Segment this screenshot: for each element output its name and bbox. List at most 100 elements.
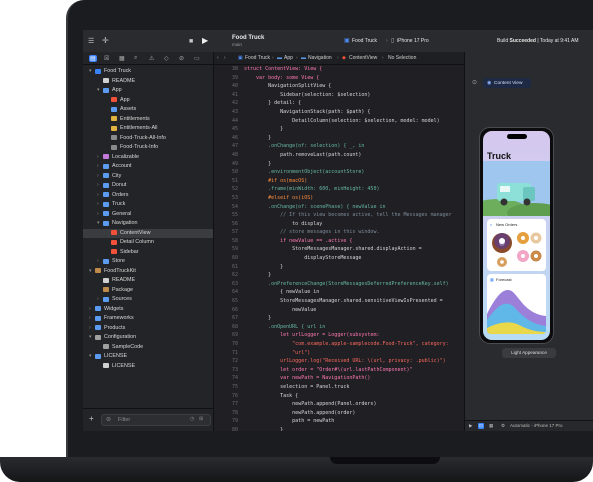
donut-grid	[492, 232, 542, 267]
disclosure-icon[interactable]: ▾	[89, 68, 92, 74]
iphone-preview[interactable]: Truck ◐ New Orders ▦ Forecast	[479, 127, 554, 344]
disclosure-icon[interactable]: ›	[89, 306, 91, 312]
disclosure-icon[interactable]: ›	[97, 192, 99, 198]
symbol-nav-icon[interactable]: ▦	[119, 55, 125, 62]
tree-item[interactable]: › Store	[83, 257, 213, 267]
tree-item[interactable]: Assets	[83, 105, 213, 115]
light-appearance-button[interactable]: Light Appearance	[502, 348, 556, 358]
source-editor[interactable]: 38 39 40 41 42 43 44 45 46 47 48 49 50 51 52 53 54 55 56 57…	[214, 65, 464, 431]
tree-item[interactable]: › Orders	[83, 191, 213, 201]
laptop-hinge-notch	[330, 457, 440, 464]
project-title: Food Truck	[232, 35, 265, 41]
tree-item[interactable]: App	[83, 96, 213, 106]
folder-icon	[103, 201, 109, 207]
tree-item[interactable]: ContentView	[83, 228, 213, 238]
tree-item[interactable]: › Donut	[83, 181, 213, 191]
tree-item[interactable]: ▾ LICENSE	[83, 352, 213, 362]
disclosure-icon[interactable]: ›	[89, 315, 91, 321]
forecast-card[interactable]: ▦ Forecast	[487, 274, 546, 334]
breadcrumb-0[interactable]: Food Truck	[245, 55, 270, 61]
device-selector[interactable]: iPhone 17 Pro	[397, 38, 429, 44]
selectable-mode-icon[interactable]: ⊡	[478, 423, 484, 429]
tree-item[interactable]: SampleCode	[83, 343, 213, 353]
source-control-nav-icon[interactable]: ☒	[104, 55, 109, 62]
disclosure-icon[interactable]: ▾	[89, 334, 92, 340]
variants-icon[interactable]: ▦	[489, 423, 493, 429]
forward-icon[interactable]: ›	[224, 55, 226, 61]
tree-item[interactable]: ▾ Food Truck	[83, 67, 213, 77]
tree-item[interactable]: › Truck	[83, 200, 213, 210]
find-nav-icon[interactable]: ⌕	[134, 55, 137, 62]
test-nav-icon[interactable]: ◇	[164, 55, 169, 62]
breakpoint-nav-icon[interactable]: ▭	[194, 55, 200, 62]
tree-item[interactable]: › Products	[83, 324, 213, 334]
disclosure-icon[interactable]: ›	[97, 182, 99, 188]
tree-item[interactable]: › Frameworks	[83, 314, 213, 324]
stop-icon[interactable]: ■	[189, 38, 193, 45]
disclosure-icon[interactable]: ›	[97, 163, 99, 169]
code-text[interactable]: struct ContentView: View { var body: som…	[244, 65, 464, 431]
truck-illustration	[483, 161, 550, 216]
disclosure-icon[interactable]: ›	[97, 201, 99, 207]
strings-icon	[103, 154, 109, 159]
preview-device-label[interactable]: Automatic - iPhone 17 Pro	[510, 423, 563, 428]
tree-item-label: Package	[112, 286, 133, 293]
tree-item[interactable]: › Localizable	[83, 153, 213, 163]
separator-chevron: ›	[386, 38, 388, 44]
live-mode-icon[interactable]: ▶	[469, 423, 472, 429]
tree-item[interactable]: › Sources	[83, 295, 213, 305]
disclosure-icon[interactable]: ▾	[97, 220, 100, 226]
add-file-icon[interactable]: +	[89, 415, 94, 423]
disclosure-icon[interactable]: ▾	[89, 353, 92, 359]
tree-item[interactable]: Package	[83, 286, 213, 296]
disclosure-icon[interactable]: ›	[97, 296, 99, 302]
scheme-selector[interactable]: Food Truck	[352, 38, 377, 44]
preview-tab[interactable]: ◉ Content View	[483, 78, 531, 88]
sidebar-toggle-icon[interactable]: ☰	[88, 38, 94, 45]
tree-item[interactable]: ▾ FoodTruckKit	[83, 267, 213, 277]
disclosure-icon[interactable]: ▾	[97, 87, 100, 93]
disclosure-icon[interactable]: ›	[97, 154, 99, 160]
tree-item[interactable]: › Widgets	[83, 305, 213, 315]
tree-item[interactable]: Food-Truck-Info	[83, 143, 213, 153]
tree-item[interactable]: LICENSE	[83, 362, 213, 372]
code-line: "com.example.apple-samplecode.Food-Truck…	[244, 341, 449, 347]
tree-item[interactable]: Entitlements-All	[83, 124, 213, 134]
debug-nav-icon[interactable]: ⊘	[179, 55, 184, 62]
breadcrumb-4[interactable]: No Selection	[388, 55, 416, 61]
breadcrumb-1[interactable]: App	[284, 55, 293, 61]
tree-item-label: LICENSE	[112, 362, 136, 369]
tree-item[interactable]: README	[83, 77, 213, 87]
tree-item[interactable]: Food-Truck-All-Info	[83, 134, 213, 144]
tree-item[interactable]: › City	[83, 172, 213, 182]
tree-item[interactable]: Sidebar	[83, 248, 213, 258]
disclosure-icon[interactable]: ›	[89, 325, 91, 331]
forecast-card-icon: ▦	[490, 277, 494, 282]
pin-icon[interactable]: ⊙	[472, 80, 477, 86]
device-settings-icon[interactable]: ⚙	[501, 423, 505, 429]
tree-item-label: Orders	[112, 191, 129, 198]
recent-files-icon[interactable]: ◷	[190, 417, 194, 422]
disclosure-icon[interactable]: ›	[97, 258, 99, 264]
tree-item[interactable]: ▾ App	[83, 86, 213, 96]
tree-item[interactable]: Detail Column	[83, 238, 213, 248]
breadcrumb-2[interactable]: Navigation	[308, 55, 332, 61]
filter-options-icon[interactable]: ⊞	[199, 417, 203, 422]
tree-item[interactable]: README	[83, 276, 213, 286]
tree-item[interactable]: Entitlements	[83, 115, 213, 125]
filter-input[interactable]: ⊜ Filter ◷ ⊞	[101, 414, 211, 426]
orders-card[interactable]: ◐ New Orders	[487, 219, 546, 271]
issue-nav-icon[interactable]: ⚠	[149, 55, 154, 62]
add-icon[interactable]: ✛	[102, 37, 109, 45]
folder-nav-icon[interactable]: ▤	[89, 55, 97, 62]
tree-item[interactable]: › General	[83, 210, 213, 220]
tree-item[interactable]: ▾ Navigation	[83, 219, 213, 229]
run-icon[interactable]: ▶	[202, 37, 208, 45]
disclosure-icon[interactable]: ›	[97, 173, 99, 179]
disclosure-icon[interactable]: ▾	[89, 268, 92, 274]
tree-item[interactable]: ▾ Configuration	[83, 333, 213, 343]
breadcrumb-3[interactable]: ContentView	[349, 55, 377, 61]
back-icon[interactable]: ‹	[217, 55, 219, 61]
tree-item[interactable]: › Account	[83, 162, 213, 172]
disclosure-icon[interactable]: ›	[97, 211, 99, 217]
